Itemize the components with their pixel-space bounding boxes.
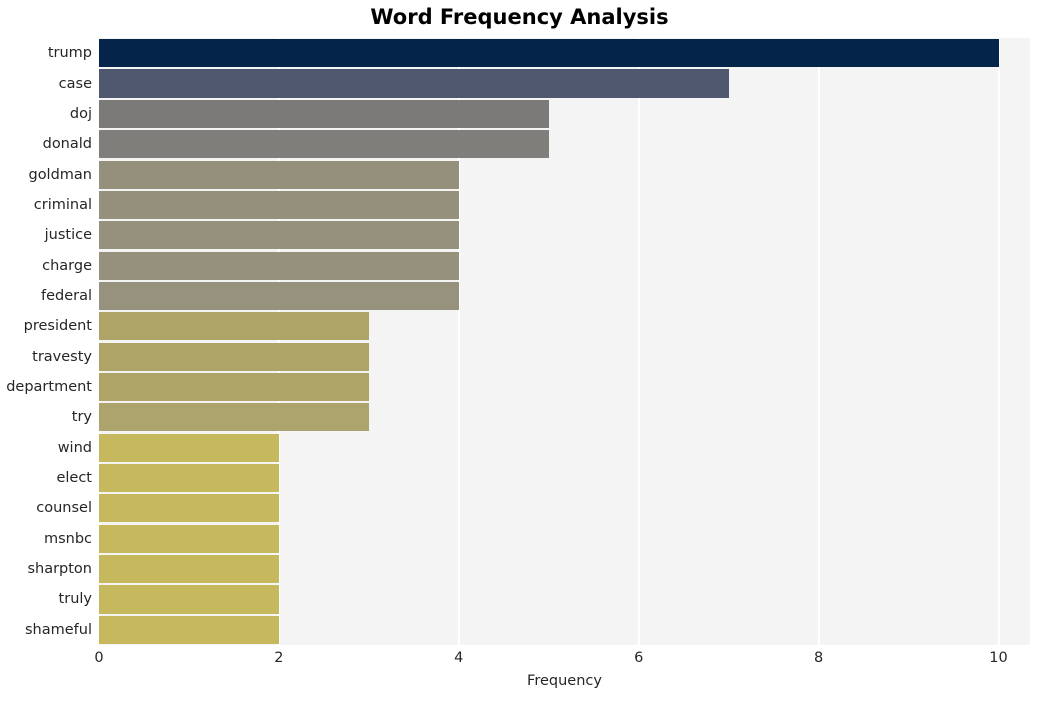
x-tick-label-4: 4 — [454, 650, 464, 666]
y-tick-label-case: case — [58, 75, 92, 92]
y-tick-label-goldman: goldman — [28, 166, 92, 183]
y-tick-label-travesty: travesty — [32, 348, 92, 365]
y-tick-label-msnbc: msnbc — [43, 530, 92, 547]
y-tick-label-charge: charge — [42, 257, 92, 274]
y-tick-label-federal: federal — [40, 287, 92, 304]
word-frequency-chart-figure: Word Frequency Analysis trump case doj dona… — [0, 0, 1039, 701]
y-tick-label-doj: doj — [69, 105, 92, 122]
chart-title: Word Frequency Analysis — [370, 5, 669, 29]
x-tick-label-6: 6 — [634, 650, 644, 666]
y-tick-label-trump: trump — [47, 45, 92, 62]
y-tick-label-counsel: counsel — [36, 500, 92, 517]
y-tick-label-president: president — [23, 318, 92, 335]
y-tick-label-shameful: shameful — [25, 621, 92, 638]
y-tick-label-criminal: criminal — [33, 196, 92, 213]
y-tick-label-elect: elect — [56, 470, 92, 487]
y-tick-label-department: department — [6, 379, 92, 396]
x-tick-label-10: 10 — [989, 650, 1008, 666]
x-tick-label-0: 0 — [94, 650, 104, 666]
x-axis-label: Frequency — [527, 673, 602, 689]
y-tick-label-truly: truly — [58, 591, 92, 608]
y-tick-label-sharpton: sharpton — [27, 561, 92, 578]
x-tick-label-8: 8 — [813, 650, 824, 666]
y-tick-label-try: try — [71, 409, 92, 426]
y-tick-label-donald: donald — [42, 136, 92, 153]
y-tick-label-justice: justice — [44, 227, 92, 244]
x-tick-label-2: 2 — [274, 650, 284, 666]
y-axis-tick-labels: trump case doj donald goldman criminal justice… — [0, 38, 1039, 645]
y-tick-label-wind: wind — [57, 439, 92, 456]
